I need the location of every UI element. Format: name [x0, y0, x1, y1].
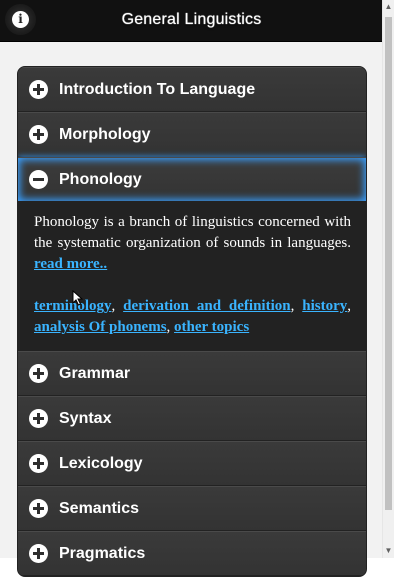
content-area: Introduction To Language Morphology Phon…	[0, 42, 383, 577]
minus-icon	[29, 170, 48, 189]
plus-icon	[29, 80, 48, 99]
scroll-up-icon[interactable]: ▲	[383, 0, 394, 14]
phonology-content: Phonology is a branch of linguistics con…	[18, 201, 366, 350]
scroll-down-icon[interactable]: ▼	[383, 544, 394, 558]
plus-icon	[29, 499, 48, 518]
accordion-label: Lexicology	[59, 454, 143, 472]
accordion-label: Introduction To Language	[59, 80, 256, 98]
accordion-header-introduction[interactable]: Introduction To Language	[18, 67, 366, 111]
accordion-label: Phonology	[59, 170, 142, 188]
read-more-link[interactable]: read more..	[34, 256, 107, 272]
accordion-header-grammar[interactable]: Grammar	[18, 351, 366, 395]
accordion-item-syntax: Syntax	[18, 396, 366, 441]
scrollbar-thumb[interactable]	[385, 17, 392, 510]
accordion-label: Syntax	[59, 409, 112, 427]
link-analysis-of-phonems[interactable]: analysis Of phonems	[34, 319, 167, 335]
vertical-scrollbar[interactable]: ▲ ▼	[382, 0, 394, 558]
page-title: General Linguistics	[121, 11, 262, 28]
description-text: Phonology is a branch of linguistics con…	[34, 214, 351, 251]
accordion-header-lexicology[interactable]: Lexicology	[18, 441, 366, 485]
accordion-header-pragmatics[interactable]: Pragmatics	[18, 531, 366, 575]
accordion-header-semantics[interactable]: Semantics	[18, 486, 366, 530]
plus-icon	[29, 544, 48, 563]
accordion-item-phonology: Phonology Phonology is a branch of lingu…	[18, 157, 366, 351]
plus-icon	[29, 454, 48, 473]
accordion-label: Grammar	[59, 364, 131, 382]
link-history[interactable]: history	[302, 298, 347, 314]
accordion-item-grammar: Grammar	[18, 351, 366, 396]
topics-accordion: Introduction To Language Morphology Phon…	[17, 66, 367, 577]
plus-icon	[29, 364, 48, 383]
accordion-header-morphology[interactable]: Morphology	[18, 112, 366, 156]
link-derivation-and-definition[interactable]: derivation and definition	[123, 298, 290, 314]
accordion-label: Morphology	[59, 125, 151, 143]
accordion-item-introduction: Introduction To Language	[18, 67, 366, 112]
app-header: i General Linguistics	[0, 0, 383, 42]
accordion-label: Semantics	[59, 499, 140, 517]
accordion-header-phonology[interactable]: Phonology	[18, 157, 366, 201]
phonology-description: Phonology is a branch of linguistics con…	[34, 212, 351, 275]
accordion-label: Pragmatics	[59, 544, 146, 562]
link-other-topics[interactable]: other topics	[174, 319, 249, 335]
plus-icon	[29, 409, 48, 428]
accordion-item-morphology: Morphology	[18, 112, 366, 157]
accordion-item-semantics: Semantics	[18, 486, 366, 531]
accordion-header-syntax[interactable]: Syntax	[18, 396, 366, 440]
mouse-cursor-icon	[72, 290, 84, 306]
accordion-item-pragmatics: Pragmatics	[18, 531, 366, 576]
plus-icon	[29, 125, 48, 144]
accordion-item-lexicology: Lexicology	[18, 441, 366, 486]
